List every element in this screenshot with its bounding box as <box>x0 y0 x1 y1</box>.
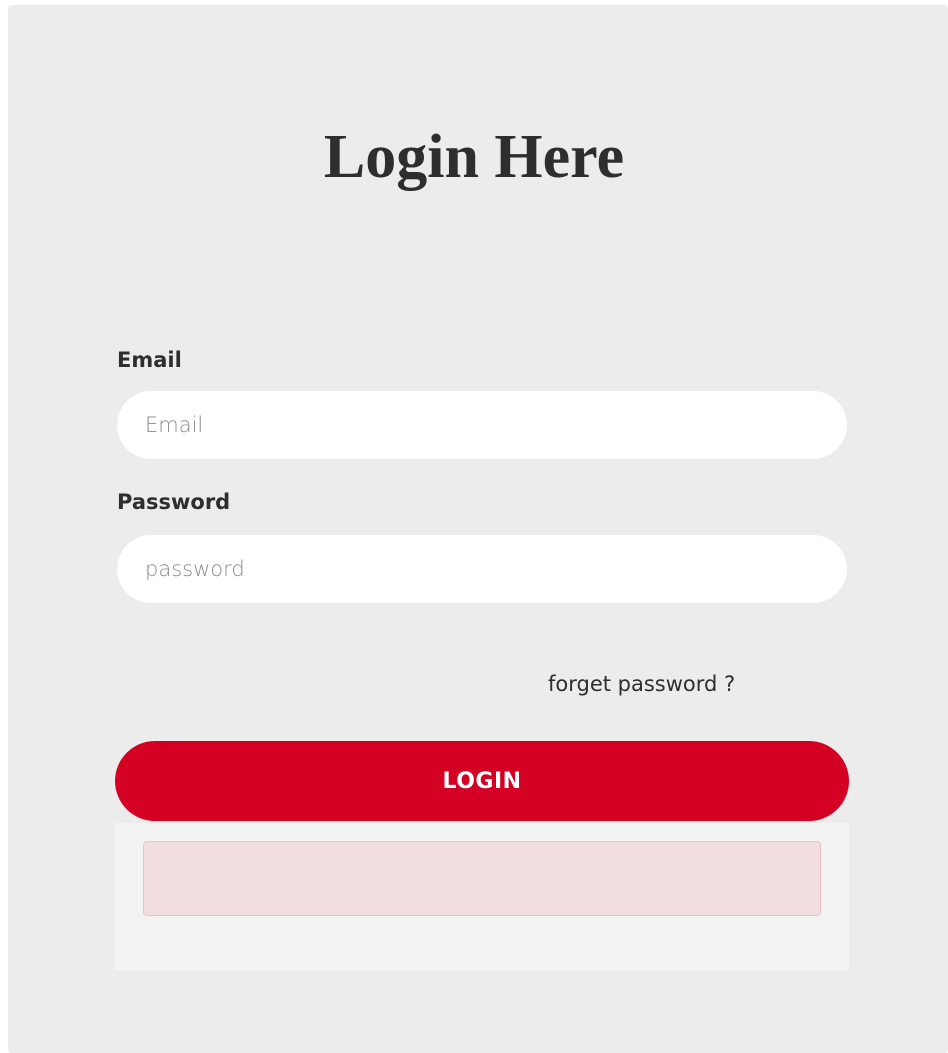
login-button[interactable]: LOGIN <box>115 741 849 821</box>
error-alert <box>143 841 821 916</box>
forgot-password-link[interactable]: forget password ? <box>548 672 735 696</box>
password-label: Password <box>117 490 231 514</box>
message-area <box>115 823 849 970</box>
password-input[interactable] <box>117 535 847 603</box>
email-input[interactable] <box>117 391 847 459</box>
email-label: Email <box>117 348 182 372</box>
